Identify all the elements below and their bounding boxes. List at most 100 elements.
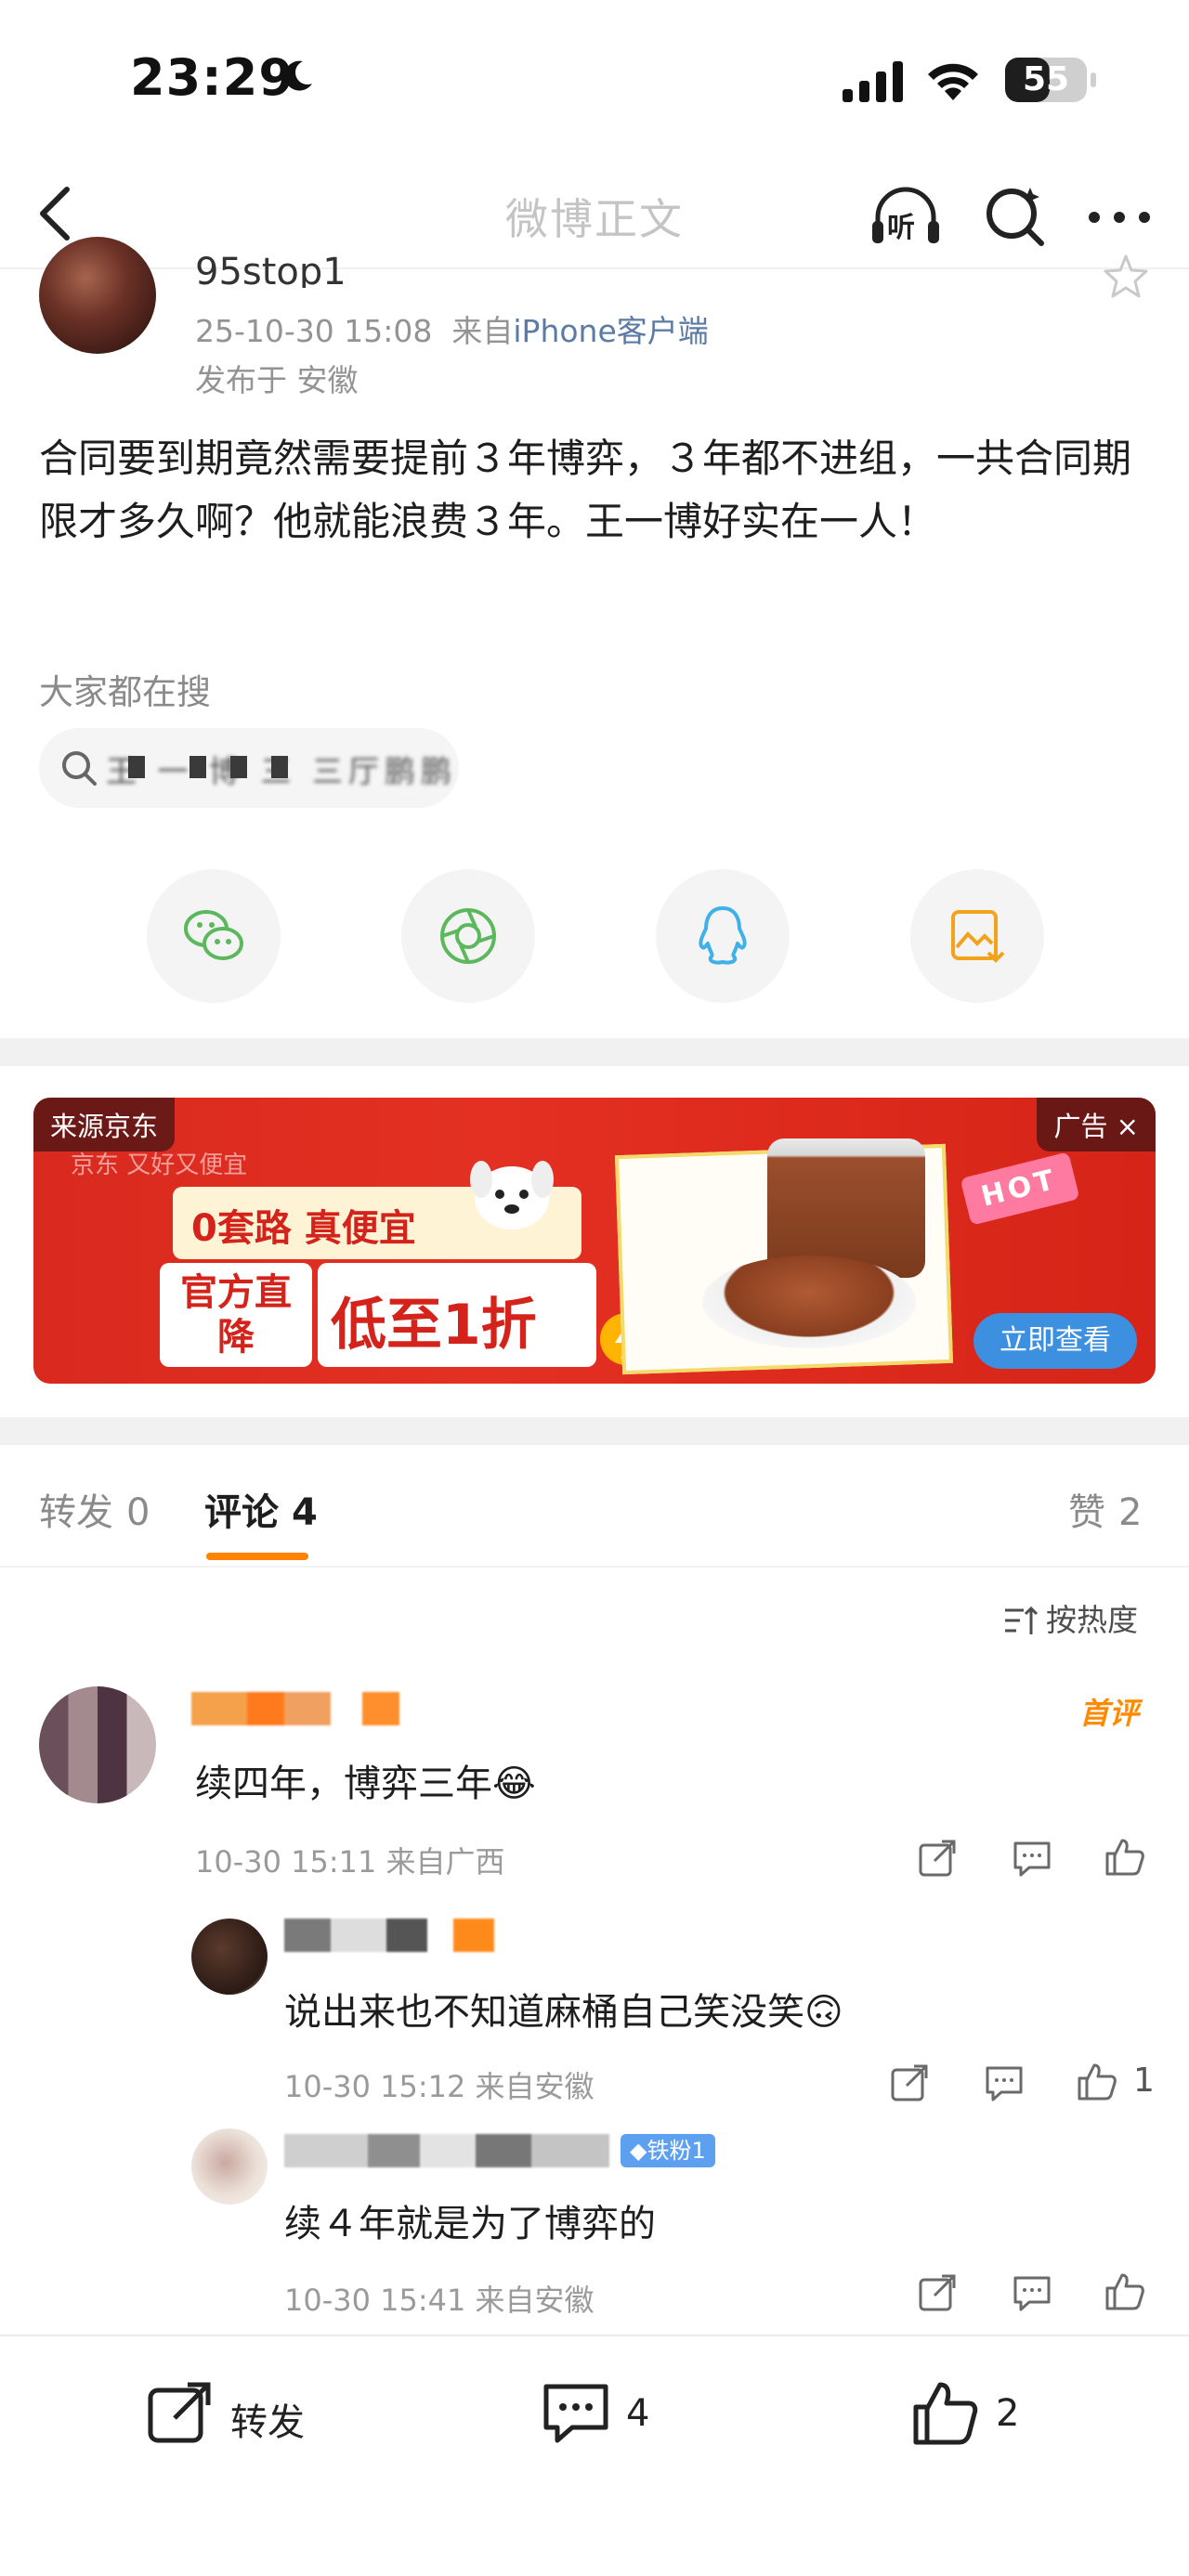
tab-repost-count: 0 [126, 1491, 150, 1534]
tab-bar: 转发 0 评论 4 赞2 [0, 1445, 1189, 1568]
search-icon [62, 751, 97, 786]
more-icon[interactable] [1078, 180, 1161, 251]
like-icon[interactable] [1076, 2060, 1118, 2102]
tab-comments-label: 评论 [204, 1491, 279, 1534]
like-icon[interactable] [1104, 1835, 1146, 1878]
ad-hot-text: HOT [977, 1163, 1061, 1214]
reply-meta: 10-30 15:41 来自安徽 [284, 2283, 594, 2318]
battery-icon: 55 [1005, 58, 1096, 102]
fan-level-badge: ◆铁粉1 [621, 2134, 715, 2167]
battery-level: 55 [1022, 60, 1070, 98]
moon-icon [284, 60, 312, 91]
ad-deal-left: 官方直降 [160, 1263, 312, 1367]
sort-label: 按热度 [1046, 1602, 1138, 1638]
tab-repost-label: 转发 [39, 1491, 113, 1534]
save-image-icon [951, 910, 1005, 963]
share-save-image-button[interactable] [910, 869, 1044, 1003]
cellular-signal-icon [843, 61, 903, 102]
status-bar: 23:29 55 [0, 0, 1189, 158]
post-body: 合同要到期竟然需要提前３年博弈，３年都不进组，一共合同期限才多久啊？他就能浪费３… [39, 436, 1132, 544]
comment-avatar[interactable] [39, 1686, 156, 1803]
wechat-icon [184, 910, 243, 960]
ad-hot-tag: HOT [960, 1151, 1080, 1226]
tab-repost[interactable]: 转发 0 [39, 1482, 150, 1536]
tab-likes-count: 2 [1118, 1491, 1143, 1534]
bottom-action-bar: 转发 4 2 [0, 2335, 1189, 2576]
clock: 23:29 [130, 48, 294, 107]
sort-button[interactable]: 按热度 [1003, 1595, 1138, 1640]
share-wechat-button[interactable] [147, 869, 281, 1003]
censor-mosaic [230, 756, 247, 778]
active-tab-indicator [206, 1553, 308, 1560]
ad-jd-logo: 京东 又好又便宜 [71, 1151, 248, 1179]
ad-cta-button[interactable]: 立即查看 [973, 1313, 1137, 1369]
share-moments-button[interactable] [401, 869, 535, 1003]
bottom-like-count: 2 [996, 2392, 1020, 2435]
sort-icon [1005, 1606, 1039, 1634]
reply-meta: 10-30 15:12 来自安徽 [284, 2069, 594, 2104]
battery-cap [1091, 72, 1096, 87]
comment-icon[interactable] [1011, 2271, 1053, 2314]
qq-icon [699, 906, 747, 965]
section-divider [0, 1417, 1189, 1445]
pecan-plate-image [702, 1255, 916, 1348]
censor-mosaic [128, 756, 145, 778]
comment-icon [543, 2384, 608, 2443]
tab-likes[interactable]: 赞2 [1068, 1482, 1142, 1536]
ad-headline: 0套路 真便宜 [191, 1207, 416, 1250]
comment-text: 续四年，博弈三年😂 [195, 1763, 536, 1805]
nav-bar: 微博正文 听 [0, 158, 1189, 269]
post-timestamp: 25-10-30 15:08 [195, 313, 433, 349]
reply-avatar[interactable] [191, 2128, 268, 2205]
censor-mosaic [271, 756, 288, 778]
first-comment-badge: 首评 [1079, 1696, 1140, 1731]
post-location: 发布于 安徽 [195, 362, 359, 398]
tab-likes-label: 赞 [1068, 1491, 1105, 1534]
reply-text: 说出来也不知道麻桶自己笑没笑🙃 [284, 1991, 843, 2034]
author-username[interactable]: 95stop1 [195, 251, 346, 288]
bottom-repost-label: 转发 [230, 2401, 305, 2444]
like-icon[interactable] [1104, 2270, 1146, 2312]
tab-comments-count: 4 [292, 1491, 318, 1534]
ad-source-label: 来源京东 [33, 1098, 176, 1151]
comment-username-censored[interactable] [191, 1692, 399, 1725]
listen-button[interactable]: 听 [869, 180, 943, 251]
jd-dog-mascot-icon [470, 1161, 554, 1229]
repost-icon [148, 2382, 211, 2443]
ad-deal-right-text: 低至1折 [331, 1293, 537, 1358]
hot-search-title: 大家都在搜 [39, 672, 211, 712]
share-qq-button[interactable] [656, 869, 790, 1003]
post-source-prefix: 来自 [451, 313, 514, 349]
bottom-repost-button[interactable]: 转发 [145, 2374, 331, 2448]
repost-icon[interactable] [916, 1837, 959, 1880]
section-divider [0, 1038, 1189, 1066]
comment-icon[interactable] [983, 2062, 1026, 2104]
tab-comments[interactable]: 评论 4 [204, 1482, 318, 1536]
reply-text: 续４年就是为了博弈的 [284, 2203, 656, 2245]
reply-username-censored[interactable] [284, 1919, 494, 1952]
reply-username-censored[interactable] [284, 2134, 609, 2167]
search-icon[interactable] [980, 180, 1051, 251]
wifi-icon [928, 63, 978, 100]
hot-search-pill[interactable]: 王 一 博 三 三厅鹏鹏 [39, 728, 459, 808]
bottom-comment-count: 4 [626, 2392, 650, 2435]
post-meta: 25-10-30 15:08 来自iPhone客户端 [195, 306, 709, 351]
moments-icon [440, 908, 496, 964]
ad-banner[interactable]: 来源京东 广告 × 京东 又好又便宜 0套路 真便宜 官方直降 低至1折 HOT… [33, 1098, 1156, 1384]
ad-deal-right: 低至1折 [318, 1263, 596, 1367]
ad-close-button[interactable]: 广告 × [1037, 1098, 1156, 1151]
author-avatar[interactable] [39, 237, 156, 354]
repost-icon[interactable] [916, 2271, 959, 2314]
bottom-like-button[interactable]: 2 [910, 2374, 1059, 2448]
censor-mosaic [189, 756, 206, 778]
comment-icon[interactable] [1011, 1837, 1053, 1880]
reply-like-count: 1 [1133, 2062, 1155, 2100]
favorite-star-icon[interactable] [1102, 253, 1150, 301]
repost-icon[interactable] [888, 2062, 931, 2104]
comment-meta: 10-30 15:11 来自广西 [195, 1844, 505, 1880]
post-source[interactable]: iPhone客户端 [513, 313, 708, 349]
like-icon [913, 2382, 978, 2445]
bottom-comment-button[interactable]: 4 [541, 2374, 689, 2448]
reply-avatar[interactable] [191, 1919, 268, 1995]
ad-deal-left-text: 官方直降 [180, 1271, 292, 1359]
